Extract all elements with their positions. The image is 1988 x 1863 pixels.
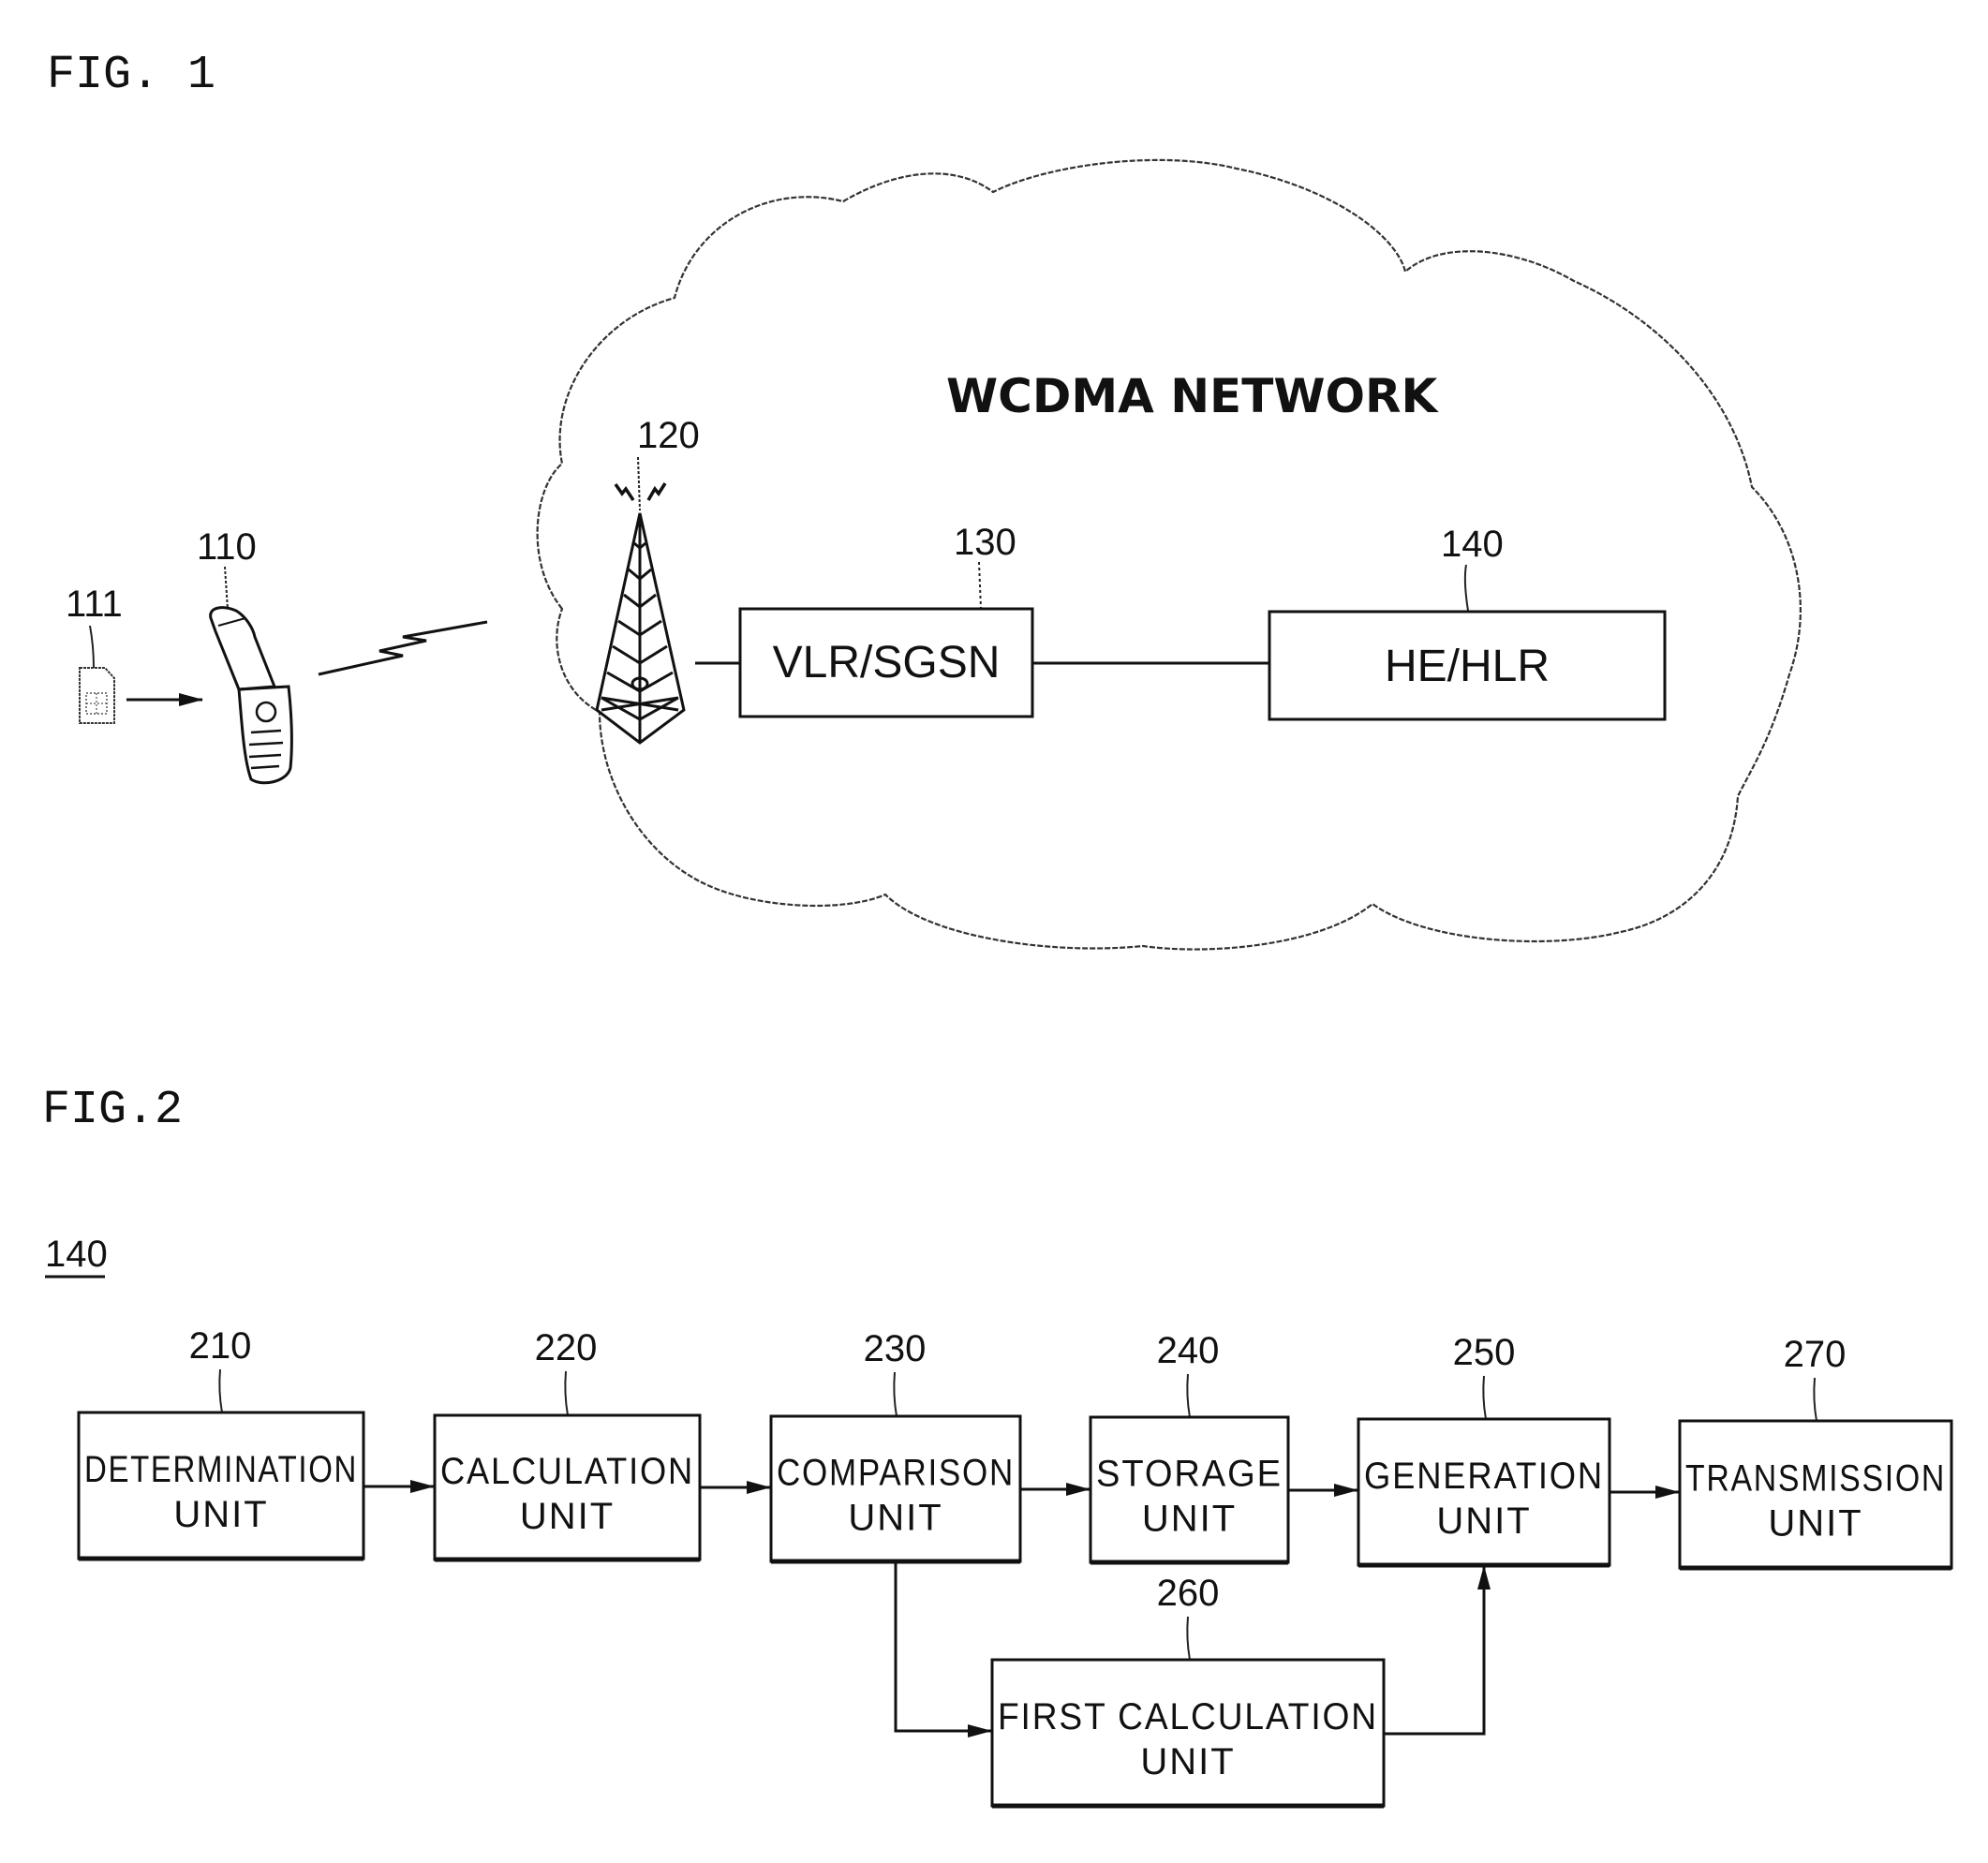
first-calculation-label-line1: FIRST CALCULATION (998, 1696, 1378, 1737)
leader-line-130 (978, 561, 982, 610)
sim-card: 111 (66, 584, 123, 724)
figure-2-title: FIG.2 (42, 1084, 183, 1137)
ref-label-240: 240 (1157, 1330, 1220, 1371)
base-station-tower: 120 (595, 415, 700, 745)
first-calculation-label-line2: UNIT (1140, 1741, 1235, 1782)
he-hlr-label: HE/HLR (1385, 642, 1550, 691)
leader-line-140 (1463, 564, 1469, 612)
determination-label-line1: DETERMINATION (84, 1449, 358, 1490)
generation-unit: 250 GENERATIONUNIT (1357, 1332, 1611, 1568)
calculation-unit: 220 CALCULATIONUNIT (433, 1327, 702, 1562)
leader-line-111 (89, 625, 95, 669)
comparison-label-line1: COMPARISON (777, 1453, 1015, 1494)
leader-line-230 (893, 1371, 898, 1417)
calculation-label-line1: CALCULATION (440, 1451, 694, 1492)
generation-label-line2: UNIT (1436, 1501, 1531, 1542)
generation-label-line1: GENERATION (1364, 1456, 1604, 1497)
network-title: WCDMA NETWORK (946, 369, 1439, 423)
he-hlr-node: 140 HE/HLR (1268, 524, 1667, 721)
ref-label-120: 120 (637, 415, 700, 456)
leader-line-110 (224, 566, 229, 610)
vlr-sgsn-label: VLR/SGSN (773, 638, 1001, 688)
leader-line-210 (218, 1368, 223, 1413)
flip-phone-icon (209, 606, 293, 785)
leader-line-220 (564, 1370, 569, 1416)
wireless-link-icon (318, 620, 488, 676)
container-ref-label: 140 (45, 1234, 108, 1275)
mobile-phone: 110 (197, 526, 293, 785)
first-calculation-unit: 260 FIRST CALCULATIONUNIT (990, 1573, 1386, 1809)
figure-2: FIG.2 140 210DETERMINATIONUNIT220CALCULA… (42, 1084, 1953, 1809)
leader-line-250 (1482, 1375, 1487, 1420)
ref-label-110: 110 (197, 526, 257, 568)
transmission-label-line1: TRANSMISSION (1685, 1458, 1946, 1500)
cell-tower-icon (595, 482, 686, 745)
patent-drawing: FIG. 1 WCDMA NETWORK 111 110 120 130 VLR… (42, 49, 1953, 1809)
transmission-unit: 270 TRANSMISSIONUNIT (1678, 1334, 1953, 1571)
comparison-unit: 230 COMPARISONUNIT (769, 1328, 1022, 1564)
sim-card-icon (79, 667, 115, 724)
storage-label-line1: STORAGE (1096, 1454, 1283, 1495)
determination-unit: 210 DETERMINATIONUNIT (77, 1325, 365, 1561)
ref-label-270: 270 (1784, 1334, 1847, 1375)
wcdma-network-cloud (536, 158, 1802, 951)
determination-label-line2: UNIT (173, 1494, 268, 1535)
arrow-260-to-250 (1384, 1565, 1491, 1736)
ref-label-130: 130 (954, 522, 1016, 563)
ref-label-210: 210 (189, 1325, 252, 1367)
ref-label-230: 230 (864, 1328, 927, 1369)
transmission-label-line2: UNIT (1768, 1503, 1862, 1545)
ref-label-111: 111 (66, 584, 123, 625)
storage-unit: 240 STORAGEUNIT (1089, 1330, 1290, 1565)
storage-label-line2: UNIT (1142, 1499, 1237, 1540)
ref-label-250: 250 (1453, 1332, 1516, 1373)
ref-label-220: 220 (535, 1327, 598, 1368)
leader-line-270 (1813, 1377, 1817, 1422)
figure-1: FIG. 1 WCDMA NETWORK 111 110 120 130 VLR… (47, 49, 1802, 951)
leader-line-260 (1186, 1616, 1191, 1661)
ref-label-140: 140 (1441, 524, 1504, 565)
arrow-230-to-260 (894, 1561, 992, 1737)
leader-line-240 (1186, 1373, 1191, 1418)
comparison-label-line2: UNIT (848, 1498, 942, 1539)
vlr-sgsn-node: 130 VLR/SGSN (738, 522, 1034, 718)
figure-1-title: FIG. 1 (47, 49, 215, 102)
leader-line-120 (637, 456, 641, 511)
calculation-label-line2: UNIT (520, 1496, 615, 1537)
ref-label-260: 260 (1157, 1573, 1220, 1614)
units-layer: 210DETERMINATIONUNIT220CALCULATIONUNIT23… (77, 1325, 1953, 1809)
